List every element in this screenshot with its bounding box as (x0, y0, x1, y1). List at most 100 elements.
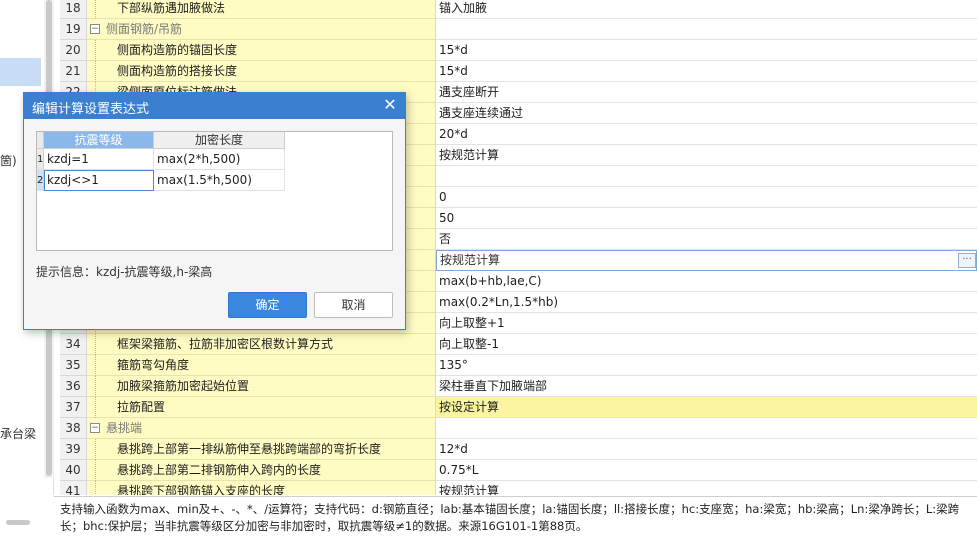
group-label: 悬挑端 (87, 418, 436, 439)
row-index: 1 (37, 149, 44, 170)
grid-row[interactable]: 34 框架梁箍筋、拉筋非加密区根数计算方式 向上取整-1 (60, 334, 977, 355)
table-row[interactable]: 1 kzdj=1 max(2*h,500) (37, 149, 285, 170)
setting-value[interactable]: 按规范计算 (436, 145, 977, 166)
setting-value[interactable] (436, 166, 977, 187)
setting-name-text: 箍筋弯勾角度 (117, 358, 190, 372)
row-number: 41 (60, 481, 87, 495)
setting-value[interactable]: 0 (436, 187, 977, 208)
grid-group-row[interactable]: 19 侧面钢筋/吊筋 − (60, 19, 977, 40)
setting-value-text: 12*d (439, 442, 468, 456)
close-icon[interactable]: ✕ (381, 96, 399, 114)
setting-value[interactable]: 否 (436, 229, 977, 250)
setting-value[interactable]: 12*d (436, 439, 977, 460)
tree-line (95, 40, 96, 61)
setting-value[interactable] (436, 19, 977, 40)
setting-name: 箍筋弯勾角度 (87, 355, 436, 376)
left-tree-selected-item[interactable] (0, 58, 41, 86)
seismic-level-cell[interactable]: kzdj=1 (44, 149, 154, 170)
setting-value[interactable]: 遇支座连续通过 (436, 103, 977, 124)
setting-value-text: 向上取整-1 (439, 337, 499, 351)
setting-value-text: 0 (439, 190, 447, 204)
left-horizontal-scrollbar[interactable] (0, 518, 44, 526)
setting-value-text: 135° (439, 358, 468, 372)
setting-name: 悬挑跨上部第一排纵筋伸至悬挑跨端部的弯折长度 (87, 439, 436, 460)
setting-name: 框架梁箍筋、拉筋非加密区根数计算方式 (87, 334, 436, 355)
hint-line-2: 长；bhc:保护层；当非抗震等级区分加密与非加密时，取抗震等级≠1的数据。来源1… (60, 519, 588, 533)
table-row[interactable]: 2 kzdj<>1 max(1.5*h,500) (37, 170, 285, 191)
setting-value-text: 梁柱垂直下加腋端部 (439, 379, 548, 393)
setting-name: 悬挑跨下部钢筋锚入支座的长度 (87, 481, 436, 495)
tree-line (95, 460, 96, 481)
column-header-seismic-level[interactable]: 抗震等级 (44, 132, 154, 149)
grid-row[interactable]: 40 悬挑跨上部第二排钢筋伸入跨内的长度 0.75*L (60, 460, 977, 481)
setting-value[interactable]: 135° (436, 355, 977, 376)
setting-name-text: 侧面钢筋/吊筋 (106, 22, 183, 36)
dense-length-cell[interactable]: max(1.5*h,500) (154, 170, 285, 191)
setting-name: 悬挑跨上部第二排钢筋伸入跨内的长度 (87, 460, 436, 481)
setting-name: 侧面构造筋的锚固长度 (87, 40, 436, 61)
setting-name: 拉筋配置 (87, 397, 436, 418)
setting-value[interactable]: 按规范计算 (436, 481, 977, 495)
setting-value-text: 20*d (439, 127, 468, 141)
grid-row[interactable]: 21 侧面构造筋的搭接长度 15*d (60, 61, 977, 82)
grid-group-row[interactable]: 38 悬挑端 − (60, 418, 977, 439)
grid-row[interactable]: 35 箍筋弯勾角度 135° (60, 355, 977, 376)
setting-value[interactable]: 15*d (436, 40, 977, 61)
row-number: 19 (60, 19, 87, 40)
setting-value[interactable]: 梁柱垂直下加腋端部 (436, 376, 977, 397)
setting-value-text: 15*d (439, 64, 468, 78)
left-tree-item-cap-beam[interactable]: 承台梁 (0, 425, 36, 442)
tree-line (95, 61, 96, 82)
row-index: 2 (37, 170, 44, 191)
setting-name: 加腋梁箍筋加密起始位置 (87, 376, 436, 397)
setting-value-text: 按规范计算 (439, 148, 500, 162)
setting-value[interactable]: 50 (436, 208, 977, 229)
expression-table: 抗震等级 加密长度 1 kzdj=1 max(2*h,500) 2 kzdj<>… (36, 131, 393, 251)
setting-value[interactable]: 锚入加腋 (436, 0, 977, 19)
setting-value[interactable]: 0.75*L (436, 460, 977, 481)
setting-value[interactable]: 遇支座断开 (436, 82, 977, 103)
tree-line (95, 481, 96, 495)
left-hscroll-thumb[interactable] (6, 520, 30, 525)
setting-value-text: max(b+hb,lae,C) (439, 274, 542, 288)
setting-value-text: 50 (439, 211, 455, 225)
setting-value[interactable]: 20*d (436, 124, 977, 145)
setting-value-text: 按设定计算 (439, 400, 500, 414)
table-corner-header (37, 132, 44, 149)
ellipsis-button[interactable]: ··· (958, 253, 976, 268)
row-number: 34 (60, 334, 87, 355)
setting-value[interactable] (436, 418, 977, 439)
dense-length-cell[interactable]: max(2*h,500) (154, 149, 285, 170)
setting-value-text: 遇支座断开 (439, 85, 500, 99)
row-number: 36 (60, 376, 87, 397)
setting-value[interactable]: 15*d (436, 61, 977, 82)
grid-row[interactable]: 36 加腋梁箍筋加密起始位置 梁柱垂直下加腋端部 (60, 376, 977, 397)
column-header-dense-length[interactable]: 加密长度 (154, 132, 285, 149)
grid-row[interactable]: 41 悬挑跨下部钢筋锚入支座的长度 按规范计算 (60, 481, 977, 495)
left-tree-item-truncated[interactable]: 箇) (0, 152, 17, 169)
grid-row[interactable]: 20 侧面构造筋的锚固长度 15*d (60, 40, 977, 61)
grid-row[interactable]: 37 拉筋配置 按设定计算 (60, 397, 977, 418)
setting-name-text: 悬挑跨上部第二排钢筋伸入跨内的长度 (117, 463, 322, 477)
setting-value[interactable]: 向上取整+1 (436, 313, 977, 334)
setting-value-text: 遇支座连续通过 (439, 106, 524, 120)
row-number: 35 (60, 355, 87, 376)
grid-row[interactable]: 39 悬挑跨上部第一排纵筋伸至悬挑跨端部的弯折长度 12*d (60, 439, 977, 460)
collapse-icon[interactable]: − (90, 423, 100, 433)
ok-button[interactable]: 确定 (228, 292, 307, 318)
setting-value[interactable]: max(b+hb,lae,C) (436, 271, 977, 292)
grid-row[interactable]: 18 下部纵筋遇加腋做法 锚入加腋 (60, 0, 977, 19)
setting-value-text: 按规范计算 (440, 253, 501, 267)
setting-value[interactable]: 按设定计算 (436, 397, 977, 418)
cancel-button[interactable]: 取消 (314, 292, 393, 318)
dialog-hint-text: 提示信息：kzdj-抗震等级,h-梁高 (36, 265, 213, 279)
seismic-level-cell-active[interactable]: kzdj<>1 (44, 170, 154, 191)
edit-expression-dialog: 编辑计算设置表达式 ✕ 抗震等级 加密长度 1 kzdj=1 max(2*h,5… (23, 92, 406, 330)
setting-name-text: 悬挑跨上部第一排纵筋伸至悬挑跨端部的弯折长度 (117, 442, 382, 456)
dialog-titlebar[interactable]: 编辑计算设置表达式 ✕ (24, 93, 405, 119)
setting-value[interactable]: 向上取整-1 (436, 334, 977, 355)
tree-line (95, 334, 96, 355)
collapse-icon[interactable]: − (90, 24, 100, 34)
setting-value[interactable]: max(0.2*Ln,1.5*hb) (436, 292, 977, 313)
setting-value-editor[interactable]: 按规范计算 ··· (436, 250, 977, 271)
